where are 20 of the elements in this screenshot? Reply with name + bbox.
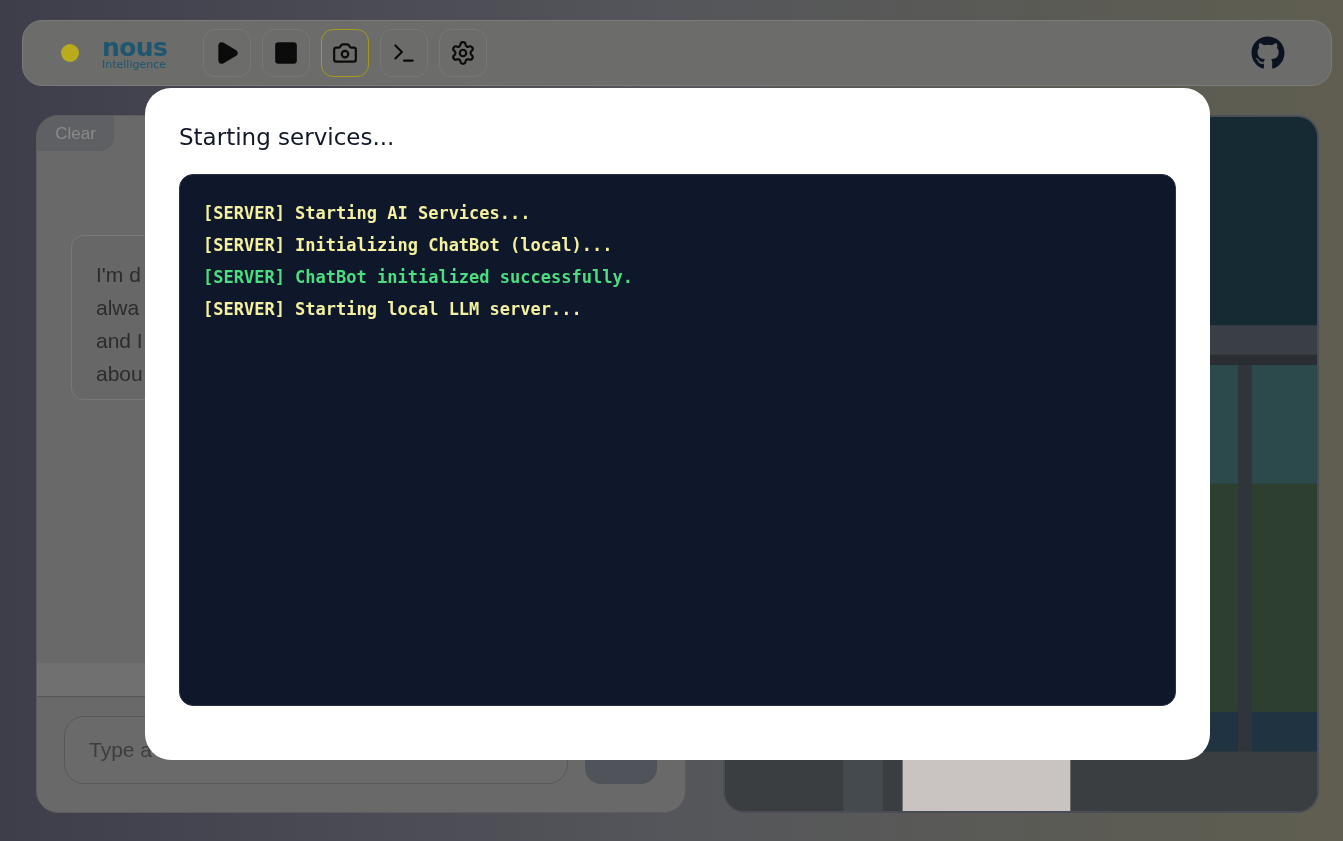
logo-tagline: Intelligence (102, 58, 167, 70)
toolbar-button[interactable] (380, 29, 428, 77)
github-icon[interactable] (1251, 36, 1285, 70)
dialog-title: Starting services... (179, 123, 396, 152)
log-line: [SERVER] Starting local LLM server... (203, 298, 583, 321)
log-line: [SERVER] ChatBot initialized successfully. (203, 266, 634, 289)
settings-icon (450, 40, 476, 66)
logo-text: nous (102, 36, 169, 59)
toolbar-button[interactable] (321, 29, 369, 77)
toolbar-button[interactable] (203, 29, 251, 77)
message-text: alwa (96, 295, 140, 321)
camera-icon (332, 40, 358, 66)
log-line: [SERVER] Initializing ChatBot (local)... (203, 234, 614, 257)
toolbar-button[interactable] (262, 29, 310, 77)
message-text: abou (96, 361, 143, 387)
stop-icon (273, 40, 299, 66)
message-text: I'm d (96, 262, 141, 288)
message-text: and I (96, 328, 143, 354)
toolbar-button[interactable] (439, 29, 487, 77)
log-line: [SERVER] Starting AI Services... (203, 202, 532, 225)
